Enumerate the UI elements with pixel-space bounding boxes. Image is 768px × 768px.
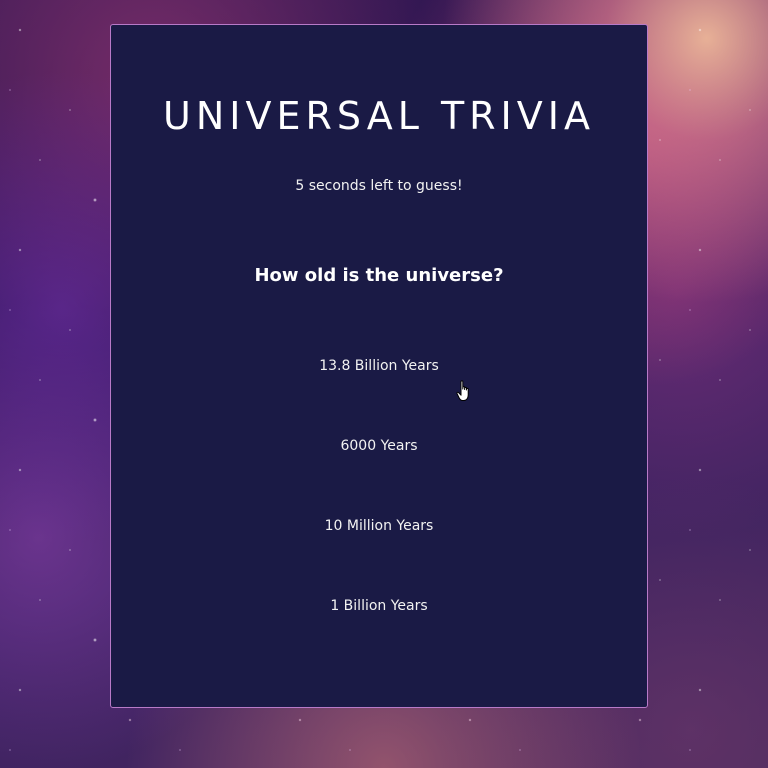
trivia-card: UNIVERSAL TRIVIA 5 seconds left to guess… <box>110 24 648 708</box>
answer-option-3[interactable]: 10 Million Years <box>259 515 499 537</box>
answer-option-2[interactable]: 6000 Years <box>259 435 499 457</box>
page-title: UNIVERSAL TRIVIA <box>163 94 595 138</box>
countdown-timer: 5 seconds left to guess! <box>295 178 463 194</box>
answer-list: 13.8 Billion Years 6000 Years 10 Million… <box>111 355 647 675</box>
answer-option-4[interactable]: 1 Billion Years <box>259 595 499 617</box>
answer-option-1[interactable]: 13.8 Billion Years <box>259 355 499 377</box>
question-text: How old is the universe? <box>254 265 504 286</box>
